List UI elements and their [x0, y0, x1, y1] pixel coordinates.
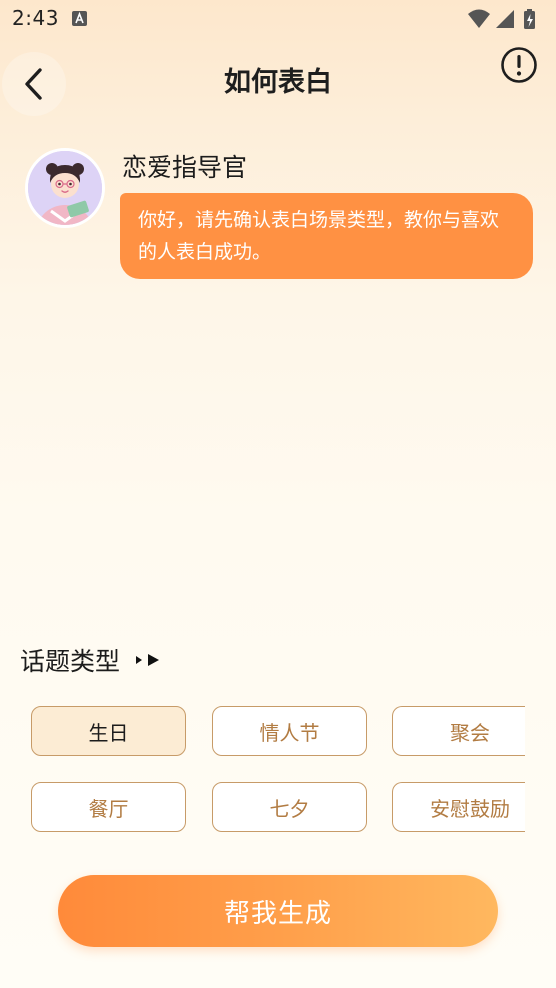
page-title: 如何表白 — [224, 67, 332, 98]
info-button[interactable] — [500, 46, 538, 84]
battery-charging-icon — [524, 9, 535, 29]
advisor-avatar — [25, 148, 105, 228]
status-bar: 2:43 — [0, 0, 556, 38]
signal-icon — [496, 10, 514, 28]
topic-chip-party[interactable]: 聚会 — [392, 706, 525, 756]
status-icons — [468, 9, 535, 29]
topic-section-header: 话题类型 — [20, 642, 164, 678]
topic-chip-valentines[interactable]: 情人节 — [212, 706, 367, 756]
header: 如何表白 — [0, 38, 556, 120]
topic-chip-comfort[interactable]: 安慰鼓励 — [392, 782, 525, 832]
bot-name: 恋爱指导官 — [122, 153, 248, 182]
wifi-icon — [468, 9, 490, 28]
topic-chip-qixi[interactable]: 七夕 — [212, 782, 367, 832]
topic-chip-birthday[interactable]: 生日 — [31, 706, 186, 756]
status-time: 2:43 — [12, 6, 59, 30]
keyboard-a-icon — [72, 11, 87, 26]
topic-title: 话题类型 — [20, 647, 121, 676]
topic-chip-restaurant[interactable]: 餐厅 — [31, 782, 186, 832]
play-arrows-icon — [136, 654, 160, 666]
info-circle-icon — [501, 47, 537, 83]
advisor-avatar-image — [28, 151, 102, 225]
chat-bubble: 你好，请先确认表白场景类型，教你与喜欢的人表白成功。 — [120, 193, 533, 279]
generate-button[interactable]: 帮我生成 — [58, 875, 498, 947]
